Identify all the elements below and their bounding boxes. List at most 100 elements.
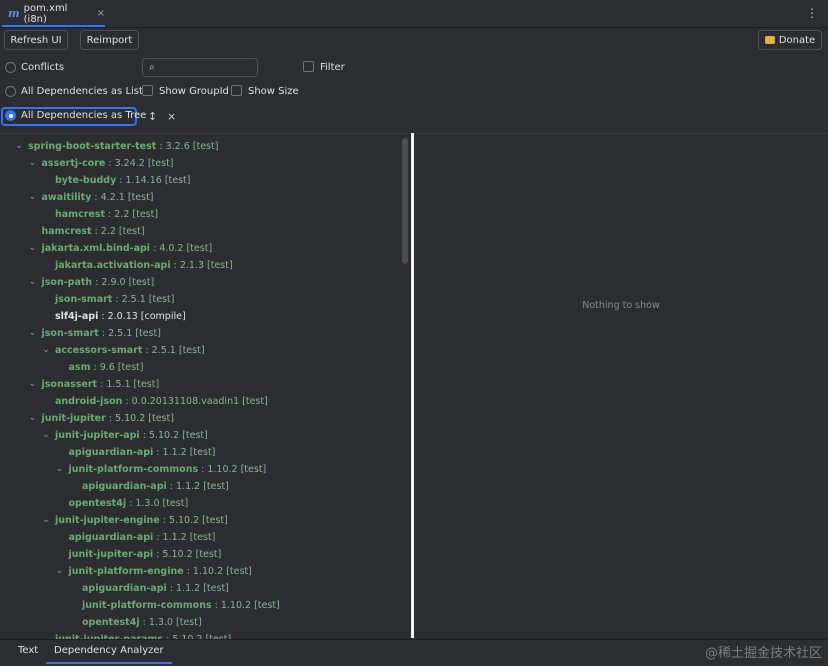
close-icon[interactable]: ×	[97, 8, 105, 19]
dependency-name: jsonassert	[41, 379, 98, 390]
show-size-label: Show Size	[248, 86, 299, 97]
show-groupid-checkbox[interactable]	[142, 85, 153, 96]
filter-label: Filter	[320, 62, 345, 73]
dependency-label: junit-platform-commons : 1.10.2 [test]	[82, 597, 280, 614]
dependency-name: byte-buddy	[55, 175, 117, 186]
dependency-label: junit-jupiter : 5.10.2 [test]	[42, 410, 174, 427]
dependency-version: : 1.1.2 [test]	[166, 481, 229, 492]
dependency-name: spring-boot-starter-test	[28, 141, 157, 152]
dependency-label: opentest4j : 1.3.0 [test]	[82, 614, 202, 631]
dependency-name: hamcrest	[41, 226, 92, 237]
dependency-name: android-json	[55, 396, 123, 407]
dependency-name: junit-jupiter-engine	[55, 515, 160, 526]
dependency-label: jakarta.activation-api : 2.1.3 [test]	[55, 257, 233, 274]
editor-tab-bar: m pom.xml (i8n) × ⋮	[0, 0, 828, 28]
chevron-down-icon[interactable]: ⌄	[28, 189, 38, 206]
dependency-label: jakarta.xml.bind-api : 4.0.2 [test]	[42, 240, 213, 257]
dependency-label: hamcrest : 2.2 [test]	[55, 206, 158, 223]
tab-title: pom.xml (i8n)	[23, 2, 68, 25]
dependency-version: : 3.2.6 [test]	[156, 141, 219, 152]
search-field[interactable]: ⌕	[142, 58, 258, 77]
dependency-version: : 2.5.1 [test]	[142, 345, 205, 356]
dependency-label: accessors-smart : 2.5.1 [test]	[55, 342, 205, 359]
dependency-label: junit-jupiter-api : 5.10.2 [test]	[55, 427, 208, 444]
chevron-down-icon[interactable]: ⌄	[14, 138, 24, 155]
chevron-down-icon[interactable]: ⌄	[28, 240, 38, 257]
more-options-icon[interactable]: ⋮	[806, 6, 818, 20]
dependency-label: slf4j-api : 2.0.13 [compile]	[55, 308, 186, 325]
dependency-name: junit-platform-commons	[82, 600, 212, 611]
chevron-down-icon[interactable]: ⌄	[28, 410, 38, 427]
dependency-version: : 1.10.2 [test]	[211, 600, 280, 611]
dependency-version: : 1.1.2 [test]	[153, 447, 216, 458]
chevron-down-icon[interactable]: ⌄	[28, 274, 38, 291]
dependency-version: : 2.5.1 [test]	[112, 294, 175, 305]
tab-dependency-analyzer[interactable]: Dependency Analyzer	[46, 640, 172, 664]
dependency-name: json-smart	[41, 328, 99, 339]
dependency-tree[interactable]: ⌄ spring-boot-starter-test : 3.2.6 [test]…	[0, 133, 411, 639]
dependency-version: : 2.9.0 [test]	[92, 277, 155, 288]
collapse-all-icon[interactable]: ⨯	[167, 110, 176, 123]
dependency-name: junit-jupiter-api	[55, 430, 140, 441]
conflicts-radio[interactable]	[5, 62, 16, 73]
dependency-label: android-json : 0.0.20131108.vaadin1 [tes…	[55, 393, 268, 410]
refresh-ui-button[interactable]: Refresh UI	[4, 30, 68, 50]
dependency-label: json-path : 2.9.0 [test]	[42, 274, 155, 291]
chevron-down-icon[interactable]: ⌄	[55, 461, 65, 478]
filter-checkbox[interactable]	[303, 61, 314, 72]
reimport-button[interactable]: Reimport	[80, 30, 139, 50]
dependency-version: : 5.10.2 [test]	[159, 515, 228, 526]
dependency-label: byte-buddy : 1.14.16 [test]	[55, 172, 190, 189]
search-icon: ⌕	[149, 62, 155, 73]
dependency-label: jsonassert : 1.5.1 [test]	[42, 376, 160, 393]
dependency-name: opentest4j	[68, 498, 127, 509]
chevron-down-icon[interactable]: ⌄	[41, 342, 51, 359]
tab-pom-xml[interactable]: m pom.xml (i8n) ×	[2, 0, 105, 27]
dependency-version: : 1.14.16 [test]	[116, 175, 191, 186]
dependency-name: accessors-smart	[55, 345, 143, 356]
dependency-name: apiguardian-api	[82, 481, 167, 492]
dependency-label: json-smart : 2.5.1 [test]	[55, 291, 174, 308]
dependency-label: junit-platform-commons : 1.10.2 [test]	[69, 461, 267, 478]
chevron-down-icon[interactable]: ⌄	[41, 512, 51, 529]
dependency-name: jakarta.activation-api	[55, 260, 171, 271]
all-dependencies-tree-label: All Dependencies as Tree	[21, 110, 147, 121]
chevron-down-icon[interactable]: ⌄	[41, 427, 51, 444]
all-dependencies-tree-radio[interactable]	[5, 110, 16, 121]
dependency-version: : 2.0.13 [compile]	[98, 311, 186, 322]
dependency-version: : 2.1.3 [test]	[170, 260, 233, 271]
dependency-label: junit-jupiter-params : 5.10.2 [test]	[55, 631, 231, 639]
dependency-label: apiguardian-api : 1.1.2 [test]	[82, 478, 229, 495]
dependency-name: assertj-core	[41, 158, 106, 169]
show-size-checkbox[interactable]	[231, 85, 242, 96]
tree-scrollbar[interactable]	[402, 138, 408, 264]
dependency-version: : 2.2 [test]	[91, 226, 145, 237]
dependency-label: asm : 9.6 [test]	[69, 359, 144, 376]
watermark: @稀土掘金技术社区	[704, 646, 822, 661]
search-input[interactable]	[163, 60, 257, 77]
chevron-down-icon[interactable]: ⌄	[28, 155, 38, 172]
dependency-version: : 2.5.1 [test]	[98, 328, 161, 339]
dependency-label: apiguardian-api : 1.1.2 [test]	[69, 444, 216, 461]
chevron-down-icon[interactable]: ⌄	[28, 376, 38, 393]
donate-button[interactable]: Donate	[758, 30, 822, 50]
dependency-version: : 0.0.20131108.vaadin1 [test]	[122, 396, 268, 407]
dependency-version: : 4.0.2 [test]	[150, 243, 213, 254]
dependency-version: : 1.1.2 [test]	[153, 532, 216, 543]
tab-text[interactable]: Text	[10, 640, 46, 664]
dependency-name: json-smart	[55, 294, 113, 305]
chevron-down-icon[interactable]: ⌄	[55, 563, 65, 580]
all-dependencies-list-radio[interactable]	[5, 86, 16, 97]
dependency-name: apiguardian-api	[68, 447, 154, 458]
dependency-version: : 1.3.0 [test]	[139, 617, 202, 628]
details-pane: Nothing to show	[414, 133, 828, 639]
dependency-version: : 1.10.2 [test]	[183, 566, 252, 577]
dependency-name: junit-platform-commons	[68, 464, 199, 475]
chevron-down-icon[interactable]: ⌄	[28, 325, 38, 342]
dependency-name: asm	[68, 362, 91, 373]
show-groupid-label: Show GroupId	[159, 86, 229, 97]
dependency-version: : 9.6 [test]	[90, 362, 144, 373]
dependency-version: : 5.10.2 [test]	[139, 430, 208, 441]
dependency-version: : 1.10.2 [test]	[198, 464, 267, 475]
expand-all-icon[interactable]: ↕	[148, 110, 157, 123]
